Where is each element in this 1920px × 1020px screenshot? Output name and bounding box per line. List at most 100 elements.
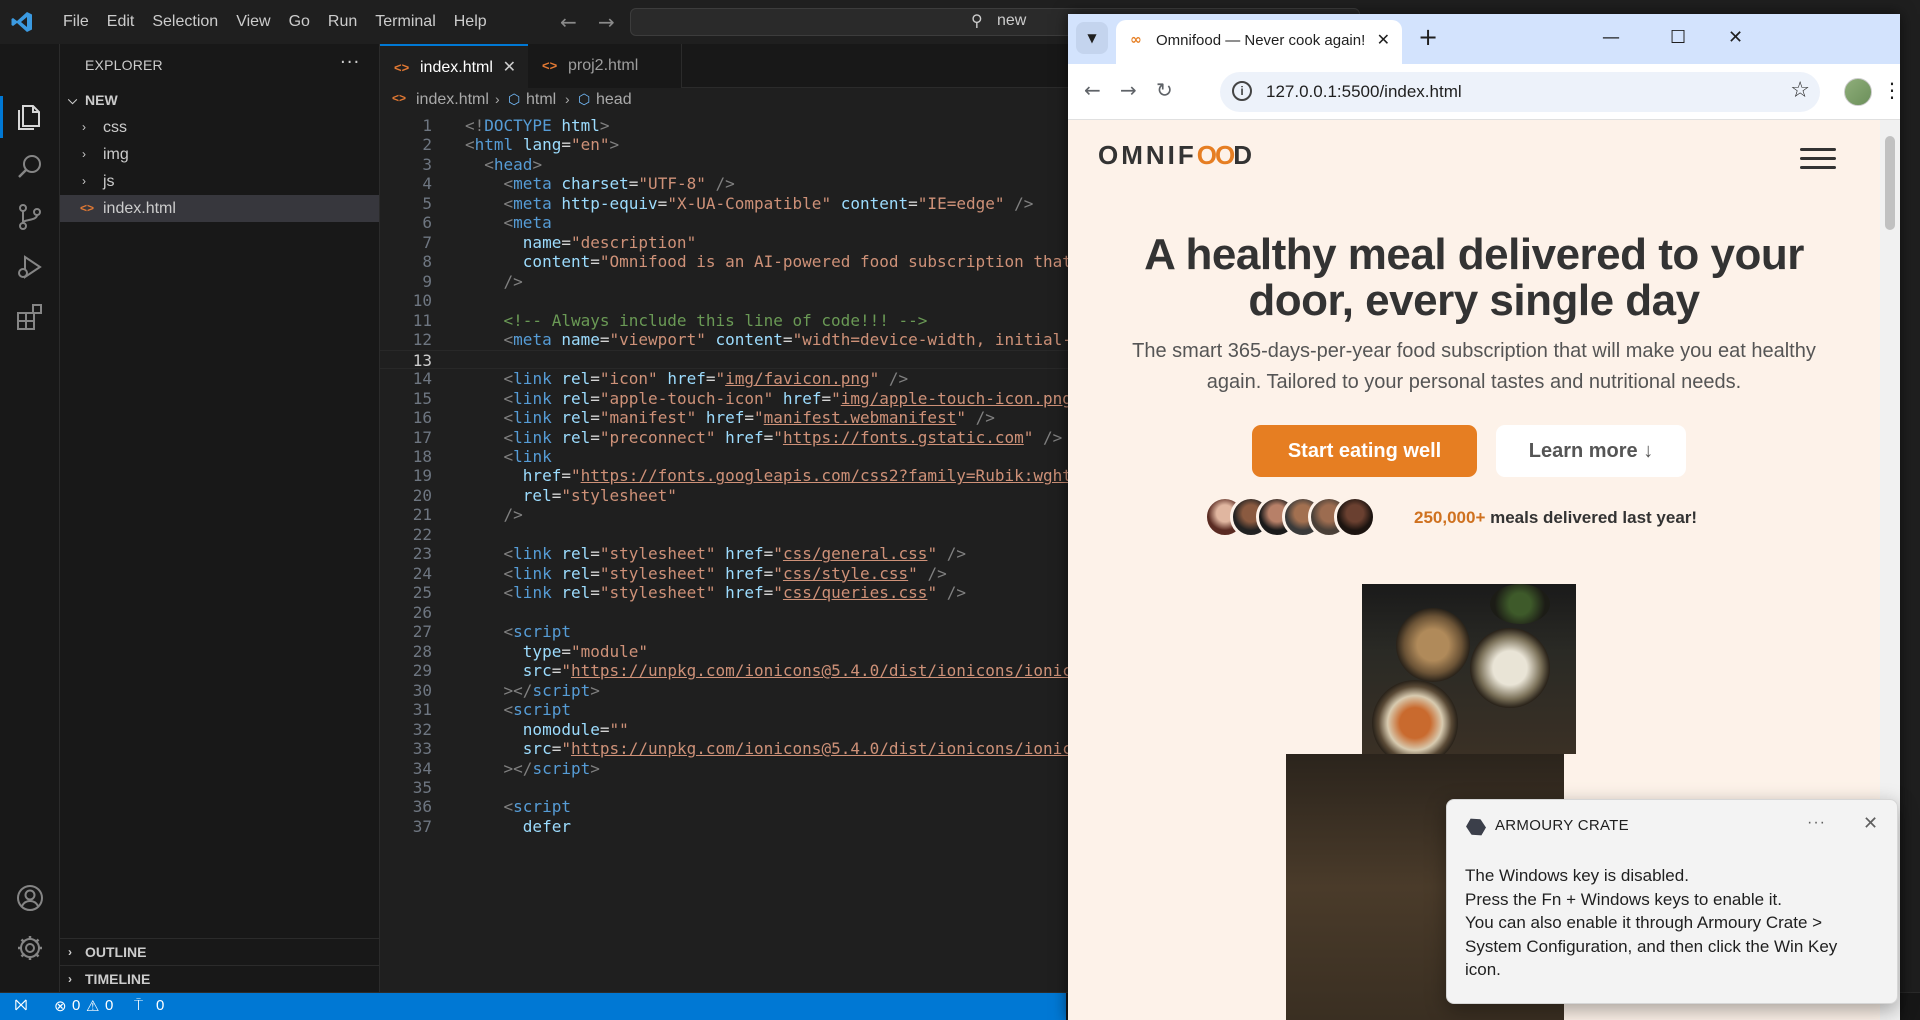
tab-search-chevron-down-icon[interactable]: ▼ — [1076, 22, 1108, 54]
close-tab-icon[interactable]: ✕ — [1377, 30, 1390, 49]
explorer-icon[interactable] — [14, 101, 46, 133]
browser-tab[interactable]: ∞ Omnifood — Never cook again! ✕ — [1116, 20, 1402, 64]
tab-index-html[interactable]: <> index.html ✕ — [380, 44, 528, 88]
menu-run[interactable]: Run — [319, 0, 366, 44]
close-icon[interactable]: ✕ — [503, 46, 516, 90]
ports-count[interactable]: 0 — [156, 997, 164, 1014]
back-arrow-icon[interactable]: ← — [560, 10, 580, 34]
code-line[interactable]: 21 /> — [380, 505, 1080, 524]
breadcrumb-item-head[interactable]: head — [596, 91, 632, 109]
account-icon[interactable] — [14, 882, 46, 914]
code-line[interactable]: 29 src="https://unpkg.com/ionicons@5.4.0… — [380, 661, 1080, 680]
code-line[interactable]: 25 <link rel="stylesheet" href="css/quer… — [380, 583, 1080, 602]
menu-selection[interactable]: Selection — [143, 0, 227, 44]
line-source: ></script> — [503, 680, 600, 700]
menu-view[interactable]: View — [227, 0, 279, 44]
code-line[interactable]: 3 <head> — [380, 155, 1080, 174]
learn-more-button[interactable]: Learn more ↓ — [1496, 425, 1686, 477]
code-line[interactable]: 9 /> — [380, 272, 1080, 291]
code-line[interactable]: 5 <meta http-equiv="X-UA-Compatible" con… — [380, 194, 1080, 213]
more-menu-icon[interactable]: ⋮ — [1882, 78, 1902, 102]
code-line[interactable]: 8 content="Omnifood is an AI-powered foo… — [380, 252, 1080, 271]
breadcrumb-item-html[interactable]: html — [526, 91, 556, 109]
run-debug-icon[interactable] — [14, 251, 46, 283]
tree-item-index-html[interactable]: <> index.html — [60, 195, 379, 222]
hamburger-menu-icon[interactable] — [1800, 148, 1836, 174]
more-actions-icon[interactable]: ··· — [340, 52, 360, 73]
new-tab-plus-icon[interactable]: + — [1418, 25, 1438, 49]
code-line[interactable]: 36 <script — [380, 797, 1080, 816]
address-bar[interactable]: i 127.0.0.1:5500/index.html ☆ — [1220, 72, 1820, 112]
remote-indicator-icon[interactable]: ⨝ — [0, 993, 42, 1020]
code-line[interactable]: 20 rel="stylesheet" — [380, 486, 1080, 505]
menu-edit[interactable]: Edit — [98, 0, 144, 44]
code-line[interactable]: 28 type="module" — [380, 642, 1080, 661]
close-window-icon[interactable]: ✕ — [1728, 26, 1743, 50]
source-control-icon[interactable] — [14, 201, 46, 233]
reload-icon[interactable]: ↻ — [1156, 78, 1173, 102]
timeline-section-header[interactable]: › TIMELINE — [60, 965, 379, 992]
start-eating-well-button[interactable]: Start eating well — [1252, 425, 1477, 477]
code-line[interactable]: 10 — [380, 291, 1080, 310]
menu-file[interactable]: File — [54, 0, 98, 44]
tree-item-img[interactable]: › img — [60, 141, 379, 168]
code-line[interactable]: 31 <script — [380, 700, 1080, 719]
back-arrow-icon[interactable]: ← — [1084, 78, 1101, 102]
code-line[interactable]: 32 nomodule="" — [380, 720, 1080, 739]
code-editor[interactable]: 1 <!DOCTYPE html> 2 <html lang="en"> 3 <head… — [380, 116, 1080, 992]
armoury-crate-notification[interactable]: ARMOURY CRATE ··· ✕ The Windows key is d… — [1446, 799, 1898, 1004]
error-count[interactable]: 0 — [72, 997, 80, 1014]
code-line[interactable]: 6 <meta — [380, 213, 1080, 232]
omnifood-logo[interactable]: OMNIFOOD — [1098, 140, 1255, 171]
notification-close-icon[interactable]: ✕ — [1863, 813, 1878, 834]
minimize-icon[interactable]: — — [1602, 26, 1620, 50]
outline-section-header[interactable]: › OUTLINE — [60, 938, 379, 965]
code-line[interactable]: 22 — [380, 525, 1080, 544]
code-line[interactable]: 30 ></script> — [380, 681, 1080, 700]
code-line[interactable]: 15 <link rel="apple-touch-icon" href="im… — [380, 389, 1080, 408]
extensions-icon[interactable] — [14, 301, 46, 333]
profile-avatar[interactable] — [1844, 78, 1872, 106]
line-source: rel="stylesheet" — [522, 485, 677, 505]
code-line[interactable]: 14 <link rel="icon" href="img/favicon.pn… — [380, 369, 1080, 388]
root-folder-header[interactable]: ⌵ NEW — [60, 87, 379, 114]
code-line[interactable]: 12 <meta name="viewport" content="width=… — [380, 330, 1080, 349]
tab-proj2-html[interactable]: <> proj2.html — [528, 44, 682, 88]
breadcrumb-item-file[interactable]: index.html — [416, 91, 489, 109]
menu-go[interactable]: Go — [280, 0, 319, 44]
code-line[interactable]: 4 <meta charset="UTF-8" /> — [380, 174, 1080, 193]
settings-gear-icon[interactable] — [14, 932, 46, 964]
site-info-icon[interactable]: i — [1232, 81, 1252, 101]
code-line[interactable]: 18 <link — [380, 447, 1080, 466]
menu-terminal[interactable]: Terminal — [366, 0, 444, 44]
code-line[interactable]: 17 <link rel="preconnect" href="https://… — [380, 428, 1080, 447]
code-line[interactable]: 23 <link rel="stylesheet" href="css/gene… — [380, 544, 1080, 563]
code-line[interactable]: 1 <!DOCTYPE html> — [380, 116, 1080, 135]
tree-item-css[interactable]: › css — [60, 114, 379, 141]
tree-item-js[interactable]: › js — [60, 168, 379, 195]
delivered-text: 250,000+ meals delivered last year! — [1414, 508, 1697, 528]
code-line[interactable]: 24 <link rel="stylesheet" href="css/styl… — [380, 564, 1080, 583]
line-number: 30 — [412, 680, 432, 700]
code-line[interactable]: 33 src="https://unpkg.com/ionicons@5.4.0… — [380, 739, 1080, 758]
code-line[interactable]: 35 — [380, 778, 1080, 797]
search-icon[interactable] — [14, 151, 46, 183]
menu-help[interactable]: Help — [445, 0, 496, 44]
code-line[interactable]: 11 <!-- Always include this line of code… — [380, 311, 1080, 330]
maximize-icon[interactable]: ☐ — [1670, 26, 1686, 50]
warning-count[interactable]: 0 — [105, 997, 113, 1014]
forward-arrow-icon[interactable]: → — [1120, 78, 1137, 102]
code-line[interactable]: 16 <link rel="manifest" href="manifest.w… — [380, 408, 1080, 427]
code-line[interactable]: 19 href="https://fonts.googleapis.com/cs… — [380, 466, 1080, 485]
code-line[interactable]: 37 defer — [380, 817, 1080, 836]
notification-more-icon[interactable]: ··· — [1807, 814, 1826, 832]
code-line[interactable]: 27 <script — [380, 622, 1080, 641]
code-line[interactable]: 34 ></script> — [380, 759, 1080, 778]
forward-arrow-icon[interactable]: → — [598, 10, 618, 34]
code-line[interactable]: 13 — [380, 349, 1080, 370]
code-line[interactable]: 7 name="description" — [380, 233, 1080, 252]
bookmark-star-icon[interactable]: ☆ — [1790, 78, 1810, 103]
code-line[interactable]: 2 <html lang="en"> — [380, 135, 1080, 154]
scrollbar-thumb[interactable] — [1885, 136, 1895, 230]
code-line[interactable]: 26 — [380, 603, 1080, 622]
